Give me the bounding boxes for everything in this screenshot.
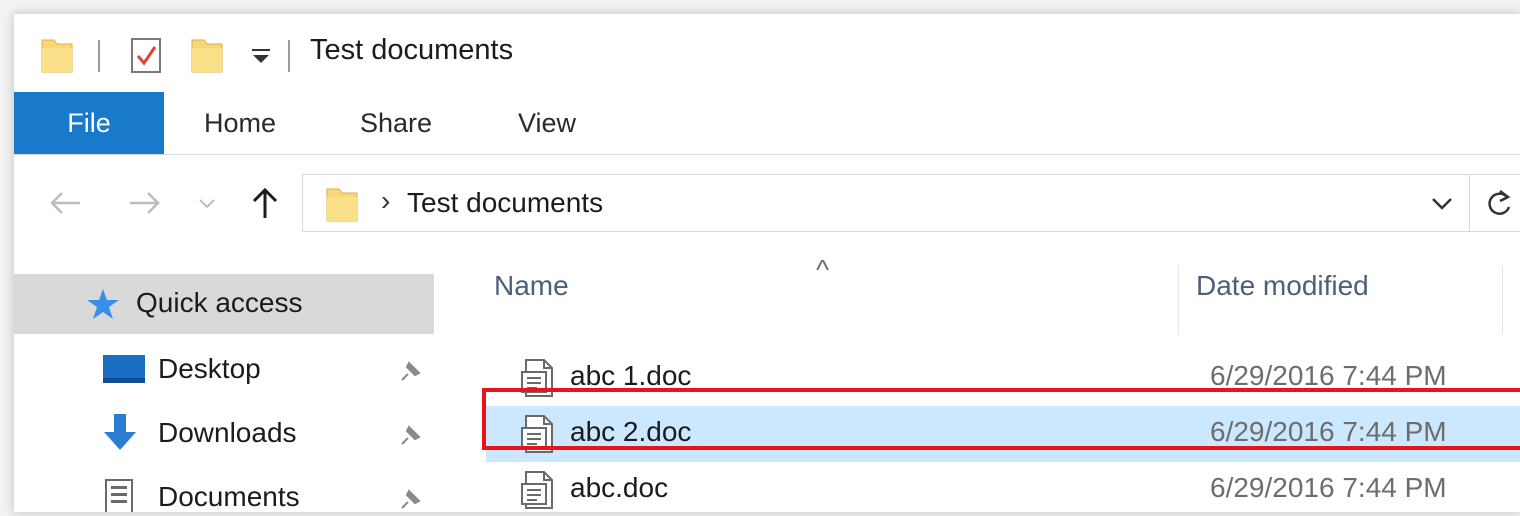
file-row-abc-2[interactable]: abc 2.doc 6/29/2016 7:44 PM [486,406,1520,462]
properties-icon[interactable] [130,36,162,74]
column-divider[interactable] [1502,266,1503,334]
nav-item-label: Quick access [136,287,303,318]
window-title: Test documents [310,34,514,66]
nav-item-label: Documents [158,481,300,512]
file-date-modified: 6/29/2016 7:44 PM [1210,360,1447,391]
customize-quick-access-icon[interactable] [250,48,272,66]
breadcrumb-separator-icon[interactable]: › [381,185,390,217]
quick-access-separator [98,40,100,72]
pin-icon[interactable] [398,424,422,448]
pin-icon[interactable] [398,360,422,384]
title-separator [288,40,290,72]
nav-item-label: Downloads [158,417,297,448]
file-date-modified: 6/29/2016 7:44 PM [1210,416,1447,447]
column-header-date-modified[interactable]: Date modified [1196,270,1369,302]
folder-icon[interactable] [40,36,74,74]
file-row-abc-1[interactable]: abc 1.doc 6/29/2016 7:44 PM [486,350,1520,406]
tab-home[interactable]: Home [204,92,276,154]
recent-dropdown-icon[interactable] [198,198,216,210]
title-bar: Test documents [14,14,1520,90]
file-name: abc.doc [570,472,669,503]
nav-item-label: Desktop [158,353,261,384]
tab-view[interactable]: View [518,92,576,154]
address-bar[interactable]: › Test documents [302,174,1520,232]
breadcrumb-current[interactable]: Test documents [407,187,603,219]
file-explorer-window: Test documents File Home Share View › Te… [14,14,1520,512]
file-name: abc 1.doc [570,360,692,391]
forward-arrow-icon[interactable] [128,190,162,216]
tab-share[interactable]: Share [360,92,432,154]
folder-icon [326,188,358,222]
document-icon [521,415,553,453]
new-folder-icon[interactable] [190,36,224,74]
file-date-modified: 6/29/2016 7:44 PM [1210,472,1447,503]
documents-icon [105,479,133,512]
up-arrow-icon[interactable] [250,186,280,220]
nav-item-downloads[interactable]: Downloads [14,404,434,464]
file-row-abc[interactable]: abc.doc 6/29/2016 7:44 PM [486,462,1520,512]
file-list: ^ Name Date modified abc 1.doc 6/29/2016… [438,246,1520,512]
document-icon [521,471,553,509]
column-header-name[interactable]: Name [494,270,569,302]
tab-file[interactable]: File [14,92,164,154]
file-name: abc 2.doc [570,416,692,447]
sort-ascending-icon[interactable]: ^ [816,254,829,286]
back-arrow-icon[interactable] [48,190,82,216]
star-icon [87,289,119,319]
navigation-bar: › Test documents [14,164,1520,244]
nav-item-documents[interactable]: Documents [14,468,434,512]
ribbon-tabs: File Home Share View [14,92,1520,155]
chevron-down-icon[interactable] [1431,197,1453,211]
refresh-icon[interactable] [1485,189,1513,219]
desktop-icon [103,355,145,383]
nav-item-quick-access[interactable]: Quick access [14,274,434,334]
column-divider[interactable] [1178,266,1179,334]
document-icon [521,359,553,397]
pin-icon[interactable] [398,488,422,512]
address-divider [1469,175,1470,231]
navigation-pane: Quick access Desktop Downloads Documents [14,246,436,512]
nav-item-desktop[interactable]: Desktop [14,340,434,400]
download-icon [104,414,136,450]
